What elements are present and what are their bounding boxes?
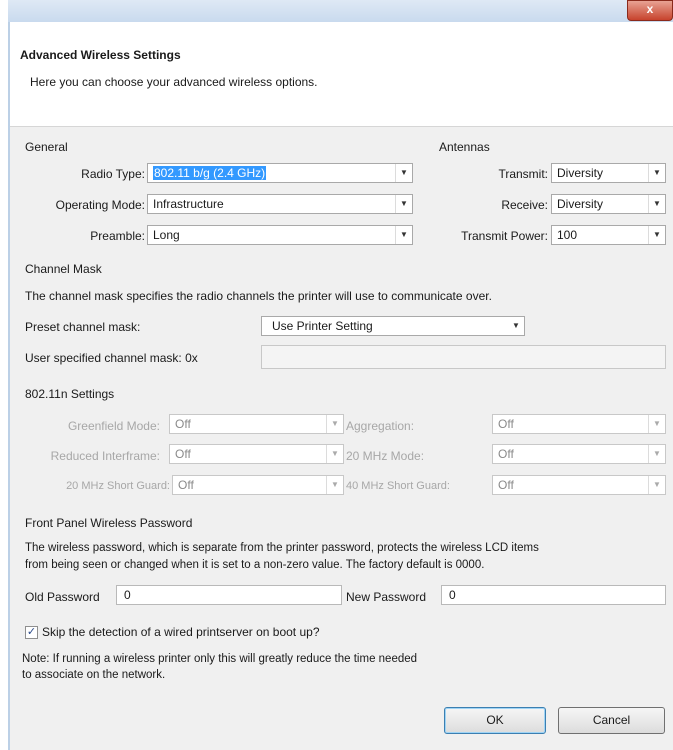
chevron-down-icon: ▼	[326, 415, 343, 433]
transmit-value: Diversity	[557, 166, 604, 180]
reduced-interframe-label: Reduced Interframe:	[50, 449, 160, 463]
dialog-body: General Radio Type: 802.11 b/g (2.4 GHz)…	[10, 127, 673, 750]
user-channel-mask-input[interactable]	[261, 345, 666, 369]
transmit-power-value: 100	[557, 228, 578, 242]
transmit-label: Transmit:	[498, 167, 548, 181]
preset-channel-mask-value: Use Printer Setting	[272, 319, 373, 333]
dialog-title: Advanced Wireless Settings	[20, 48, 181, 62]
password-description-line2: from being seen or changed when it is se…	[25, 559, 485, 571]
transmit-power-select[interactable]: 100 ▼	[551, 225, 666, 245]
mhz40-short-guard-label: 40 MHz Short Guard:	[346, 480, 450, 492]
mhz20-mode-value: Off	[498, 447, 514, 461]
mhz20-short-guard-value: Off	[178, 478, 194, 492]
receive-value: Diversity	[557, 197, 604, 211]
old-password-label: Old Password	[25, 590, 100, 604]
chevron-down-icon: ▼	[395, 195, 412, 213]
note-line1: Note: If running a wireless printer only…	[22, 653, 418, 665]
greenfield-mode-label: Greenfield Mode:	[67, 419, 160, 433]
mhz20-mode-label: 20 MHz Mode:	[346, 449, 425, 463]
chevron-down-icon: ▼	[326, 445, 343, 463]
greenfield-mode-value: Off	[175, 417, 191, 431]
title-bar: x	[8, 0, 673, 22]
chevron-down-icon: ▼	[648, 164, 665, 182]
mhz20-short-guard-select[interactable]: Off ▼	[172, 475, 344, 495]
transmit-select[interactable]: Diversity ▼	[551, 163, 666, 183]
old-password-input[interactable]: 0	[116, 585, 342, 605]
operating-mode-label: Operating Mode:	[55, 198, 145, 212]
mhz40-short-guard-select[interactable]: Off ▼	[492, 475, 666, 495]
password-description-line1: The wireless password, which is separate…	[25, 542, 539, 554]
aggregation-select[interactable]: Off ▼	[492, 414, 666, 434]
radio-type-select[interactable]: 802.11 b/g (2.4 GHz) ▼	[147, 163, 413, 183]
preset-channel-mask-select[interactable]: Use Printer Setting ▼	[261, 316, 525, 336]
chevron-down-icon: ▼	[648, 445, 665, 463]
skip-detection-label: Skip the detection of a wired printserve…	[42, 625, 320, 639]
aggregation-label: Aggregation:	[346, 419, 415, 433]
mhz40-short-guard-value: Off	[498, 478, 514, 492]
receive-label: Receive:	[501, 198, 548, 212]
general-heading: General	[25, 140, 68, 154]
chevron-down-icon: ▼	[395, 226, 412, 244]
note-line2: to associate on the network.	[22, 669, 166, 681]
transmit-power-label: Transmit Power:	[461, 229, 548, 243]
chevron-down-icon: ▼	[326, 476, 343, 494]
antennas-heading: Antennas	[439, 140, 490, 154]
mhz20-mode-select[interactable]: Off ▼	[492, 444, 666, 464]
reduced-interframe-select[interactable]: Off ▼	[169, 444, 344, 464]
chevron-down-icon: ▼	[648, 415, 665, 433]
radio-type-label: Radio Type:	[81, 167, 145, 181]
channel-mask-description: The channel mask specifies the radio cha…	[25, 289, 492, 303]
old-password-value: 0	[124, 588, 131, 602]
channel-mask-heading: Channel Mask	[25, 262, 102, 276]
close-button[interactable]: x	[627, 0, 673, 21]
chevron-down-icon: ▼	[648, 476, 665, 494]
password-heading: Front Panel Wireless Password	[25, 516, 193, 530]
preset-channel-mask-label: Preset channel mask:	[25, 320, 141, 334]
preamble-label: Preamble:	[90, 229, 145, 243]
receive-select[interactable]: Diversity ▼	[551, 194, 666, 214]
n-settings-heading: 802.11n Settings	[25, 387, 115, 401]
new-password-value: 0	[449, 588, 456, 602]
preamble-value: Long	[153, 228, 180, 242]
radio-type-value: 802.11 b/g (2.4 GHz)	[153, 166, 267, 180]
dialog-subtitle: Here you can choose your advanced wirele…	[30, 75, 318, 89]
chevron-down-icon: ▼	[512, 321, 520, 330]
user-channel-mask-label: User specified channel mask: 0x	[25, 351, 198, 365]
mhz20-short-guard-label: 20 MHz Short Guard:	[66, 480, 170, 492]
reduced-interframe-value: Off	[175, 447, 191, 461]
preamble-select[interactable]: Long ▼	[147, 225, 413, 245]
cancel-button[interactable]: Cancel	[558, 707, 665, 734]
operating-mode-value: Infrastructure	[153, 197, 224, 211]
new-password-input[interactable]: 0	[441, 585, 666, 605]
new-password-label: New Password	[346, 590, 427, 604]
dialog-header: Advanced Wireless Settings Here you can …	[10, 22, 673, 127]
skip-detection-checkbox[interactable]: ✓	[25, 626, 38, 639]
operating-mode-select[interactable]: Infrastructure ▼	[147, 194, 413, 214]
chevron-down-icon: ▼	[648, 226, 665, 244]
greenfield-mode-select[interactable]: Off ▼	[169, 414, 344, 434]
chevron-down-icon: ▼	[395, 164, 412, 182]
ok-button[interactable]: OK	[444, 707, 546, 734]
chevron-down-icon: ▼	[648, 195, 665, 213]
aggregation-value: Off	[498, 417, 514, 431]
